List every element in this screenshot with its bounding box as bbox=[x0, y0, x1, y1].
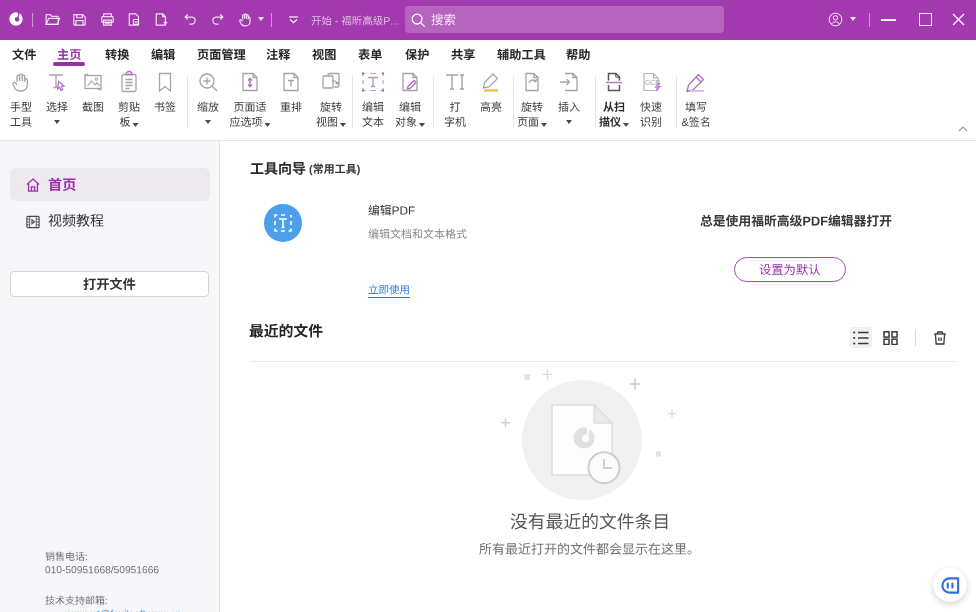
svg-text:OCR: OCR bbox=[645, 79, 661, 86]
